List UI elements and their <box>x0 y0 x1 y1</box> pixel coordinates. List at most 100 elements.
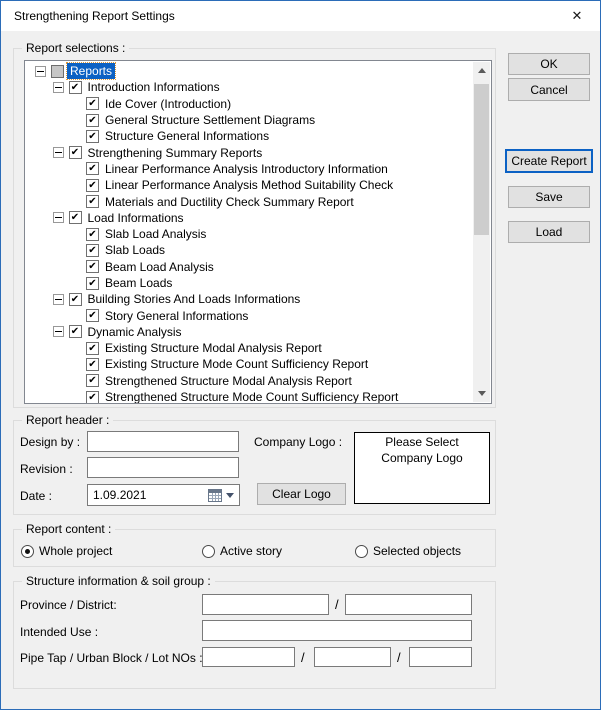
tree-checkbox-checked[interactable]: ✔ <box>86 114 99 127</box>
tree-item[interactable]: ✔Existing Structure Mode Count Sufficien… <box>25 356 473 372</box>
revision-input[interactable] <box>87 457 239 478</box>
tree-checkbox-checked[interactable]: ✔ <box>69 211 82 224</box>
collapse-icon[interactable] <box>35 66 46 77</box>
load-button[interactable]: Load <box>508 221 590 243</box>
tree-checkbox-checked[interactable]: ✔ <box>86 391 99 404</box>
tree-checkbox-checked[interactable]: ✔ <box>69 146 82 159</box>
tree-item[interactable]: ✔Dynamic Analysis <box>25 324 473 340</box>
province-input[interactable] <box>202 594 329 615</box>
radio-active-story[interactable]: Active story <box>202 544 282 558</box>
radio-whole-project[interactable]: Whole project <box>21 544 112 558</box>
calendar-icon[interactable] <box>208 489 222 502</box>
tree-item-label[interactable]: General Structure Settlement Diagrams <box>102 112 318 128</box>
tree-item-label[interactable]: Existing Structure Mode Count Sufficienc… <box>102 356 371 372</box>
company-logo-label: Company Logo : <box>254 435 342 449</box>
tree-item[interactable]: ✔Slab Load Analysis <box>25 226 473 242</box>
collapse-icon[interactable] <box>53 147 64 158</box>
create-report-button[interactable]: Create Report <box>505 149 593 173</box>
tree-checkbox-checked[interactable]: ✔ <box>86 358 99 371</box>
tree-checkbox-checked[interactable]: ✔ <box>69 81 82 94</box>
radio-button-icon[interactable] <box>21 545 34 558</box>
tree-item[interactable]: ✔Strengthening Summary Reports <box>25 144 473 160</box>
tree-checkbox-checked[interactable]: ✔ <box>86 244 99 257</box>
company-logo-box[interactable]: Please Select Company Logo <box>354 432 490 504</box>
tree-item[interactable]: ✔Ide Cover (Introduction) <box>25 96 473 112</box>
tree-item[interactable]: ✔Structure General Informations <box>25 128 473 144</box>
date-dropdown-arrow-icon[interactable] <box>226 493 234 498</box>
tree-item-label[interactable]: Load Informations <box>85 210 187 226</box>
pipe-tap-input[interactable] <box>202 647 295 667</box>
tree-checkbox-checked[interactable]: ✔ <box>86 309 99 322</box>
tree-checkbox-checked[interactable]: ✔ <box>86 195 99 208</box>
tree-checkbox-checked[interactable]: ✔ <box>69 293 82 306</box>
tree-item-label[interactable]: Linear Performance Analysis Method Suita… <box>102 177 396 193</box>
tree-item-label[interactable]: Structure General Informations <box>102 128 272 144</box>
tree-item-label[interactable]: Introduction Informations <box>85 79 223 95</box>
tree-item-label[interactable]: Existing Structure Modal Analysis Report <box>102 340 325 356</box>
tree-item[interactable]: ✔General Structure Settlement Diagrams <box>25 112 473 128</box>
tree-checkbox-checked[interactable]: ✔ <box>69 325 82 338</box>
tree-item-label[interactable]: Materials and Ductility Check Summary Re… <box>102 194 357 210</box>
tree-checkbox-checked[interactable]: ✔ <box>86 277 99 290</box>
tree-item[interactable]: ✔Load Informations <box>25 210 473 226</box>
tree-item-label[interactable]: Dynamic Analysis <box>85 324 185 340</box>
radio-selected-objects[interactable]: Selected objects <box>355 544 461 558</box>
tree-item[interactable]: ✔Story General Informations <box>25 307 473 323</box>
cancel-button[interactable]: Cancel <box>508 78 590 101</box>
tree-checkbox-checked[interactable]: ✔ <box>86 179 99 192</box>
tree-item-label[interactable]: Strengthened Structure Mode Count Suffic… <box>102 389 401 404</box>
tree-item-label[interactable]: Beam Loads <box>102 275 175 291</box>
urban-block-input[interactable] <box>314 647 391 667</box>
tree-item-label[interactable]: Slab Load Analysis <box>102 226 209 242</box>
report-header-group: Report header : Design by : Revision : D… <box>13 420 496 515</box>
close-button[interactable]: ✕ <box>554 1 600 31</box>
tree-item[interactable]: ✔Slab Loads <box>25 242 473 258</box>
tree-item[interactable]: ✔Linear Performance Analysis Introductor… <box>25 161 473 177</box>
scroll-up-button[interactable] <box>473 62 490 79</box>
tree-checkbox-checked[interactable]: ✔ <box>86 162 99 175</box>
tree-item[interactable]: ✔Materials and Ductility Check Summary R… <box>25 193 473 209</box>
scroll-down-button[interactable] <box>473 385 490 402</box>
tree-item-label[interactable]: Reports <box>67 63 115 79</box>
tree-item[interactable]: ✔Strengthened Structure Mode Count Suffi… <box>25 389 473 404</box>
tree-checkbox-checked[interactable]: ✔ <box>86 228 99 241</box>
tree-item-label[interactable]: Strengthening Summary Reports <box>85 145 266 161</box>
tree-item[interactable]: ✔Beam Load Analysis <box>25 259 473 275</box>
tree-checkbox-checked[interactable]: ✔ <box>86 97 99 110</box>
design-by-input[interactable] <box>87 431 239 452</box>
tree-scrollbar[interactable] <box>473 62 490 402</box>
save-button[interactable]: Save <box>508 186 590 208</box>
tree-checkbox-partial[interactable] <box>51 65 64 78</box>
ok-button[interactable]: OK <box>508 53 590 75</box>
lot-no-input[interactable] <box>409 647 472 667</box>
scrollbar-thumb[interactable] <box>474 84 489 235</box>
tree-checkbox-checked[interactable]: ✔ <box>86 342 99 355</box>
tree-item-label[interactable]: Building Stories And Loads Informations <box>85 291 304 307</box>
collapse-icon[interactable] <box>53 294 64 305</box>
tree-item-label[interactable]: Strengthened Structure Modal Analysis Re… <box>102 373 355 389</box>
tree-item-label[interactable]: Linear Performance Analysis Introductory… <box>102 161 391 177</box>
collapse-icon[interactable] <box>53 326 64 337</box>
collapse-icon[interactable] <box>53 82 64 93</box>
tree-item-label[interactable]: Story General Informations <box>102 308 251 324</box>
tree-item-label[interactable]: Ide Cover (Introduction) <box>102 96 234 112</box>
tree-item[interactable]: ✔Beam Loads <box>25 275 473 291</box>
clear-logo-button[interactable]: Clear Logo <box>257 483 346 505</box>
tree-item[interactable]: ✔Introduction Informations <box>25 79 473 95</box>
collapse-icon[interactable] <box>53 212 64 223</box>
date-picker[interactable]: 1.09.2021 <box>87 484 240 506</box>
intended-use-input[interactable] <box>202 620 472 641</box>
tree-item-label[interactable]: Slab Loads <box>102 242 168 258</box>
radio-button-icon[interactable] <box>355 545 368 558</box>
tree-item[interactable]: Reports <box>25 63 473 79</box>
tree-checkbox-checked[interactable]: ✔ <box>86 374 99 387</box>
radio-button-icon[interactable] <box>202 545 215 558</box>
tree-item-label[interactable]: Beam Load Analysis <box>102 259 217 275</box>
tree-item[interactable]: ✔Linear Performance Analysis Method Suit… <box>25 177 473 193</box>
tree-checkbox-checked[interactable]: ✔ <box>86 130 99 143</box>
tree-item[interactable]: ✔Building Stories And Loads Informations <box>25 291 473 307</box>
tree-item[interactable]: ✔Existing Structure Modal Analysis Repor… <box>25 340 473 356</box>
tree-checkbox-checked[interactable]: ✔ <box>86 260 99 273</box>
district-input[interactable] <box>345 594 472 615</box>
tree-item[interactable]: ✔Strengthened Structure Modal Analysis R… <box>25 373 473 389</box>
